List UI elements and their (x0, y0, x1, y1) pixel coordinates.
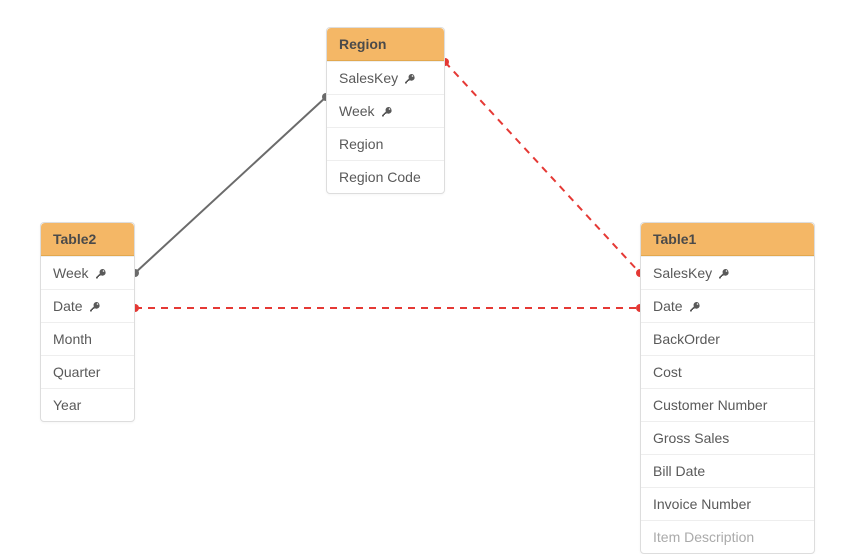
field-name: Customer Number (653, 397, 767, 413)
table-title[interactable]: Region (327, 28, 444, 61)
field-row[interactable]: BackOrder (641, 322, 814, 355)
field-row[interactable]: Customer Number (641, 388, 814, 421)
field-name: SalesKey (653, 265, 712, 281)
field-name: Quarter (53, 364, 100, 380)
field-row[interactable]: Week (41, 256, 134, 289)
field-row[interactable]: Gross Sales (641, 421, 814, 454)
field-name: Week (53, 265, 89, 281)
field-name: Week (339, 103, 375, 119)
key-icon (381, 105, 393, 117)
field-name: SalesKey (339, 70, 398, 86)
field-row[interactable]: SalesKey (327, 61, 444, 94)
field-name: Item Description (653, 529, 754, 545)
field-name: Date (653, 298, 683, 314)
field-name: Cost (653, 364, 682, 380)
table-node-region[interactable]: Region SalesKey Week Region Region Code (326, 27, 445, 194)
field-row[interactable]: Month (41, 322, 134, 355)
table-node-table2[interactable]: Table2 Week Date Month Quarter Year (40, 222, 135, 422)
field-name: Invoice Number (653, 496, 751, 512)
field-name: Date (53, 298, 83, 314)
field-name: Region (339, 136, 383, 152)
field-name: Region Code (339, 169, 421, 185)
field-row[interactable]: Region Code (327, 160, 444, 193)
field-row[interactable]: Invoice Number (641, 487, 814, 520)
field-row[interactable]: Date (41, 289, 134, 322)
field-name: Month (53, 331, 92, 347)
table-node-table1[interactable]: Table1 SalesKey Date BackOrder Cost Cust… (640, 222, 815, 554)
field-row[interactable]: Date (641, 289, 814, 322)
table-title[interactable]: Table1 (641, 223, 814, 256)
key-icon (718, 267, 730, 279)
connector-solid (135, 97, 326, 273)
field-row[interactable]: Item Description (641, 520, 814, 553)
field-name: Gross Sales (653, 430, 729, 446)
field-row[interactable]: Year (41, 388, 134, 421)
key-icon (689, 300, 701, 312)
field-row[interactable]: Region (327, 127, 444, 160)
field-row[interactable]: Cost (641, 355, 814, 388)
field-name: Year (53, 397, 81, 413)
model-canvas[interactable]: Region SalesKey Week Region Region Code … (0, 0, 858, 535)
field-row[interactable]: Bill Date (641, 454, 814, 487)
field-row[interactable]: Quarter (41, 355, 134, 388)
field-row[interactable]: Week (327, 94, 444, 127)
field-row[interactable]: SalesKey (641, 256, 814, 289)
key-icon (89, 300, 101, 312)
connector-dashed (445, 62, 640, 273)
key-icon (404, 72, 416, 84)
table-title[interactable]: Table2 (41, 223, 134, 256)
field-name: Bill Date (653, 463, 705, 479)
key-icon (95, 267, 107, 279)
field-name: BackOrder (653, 331, 720, 347)
